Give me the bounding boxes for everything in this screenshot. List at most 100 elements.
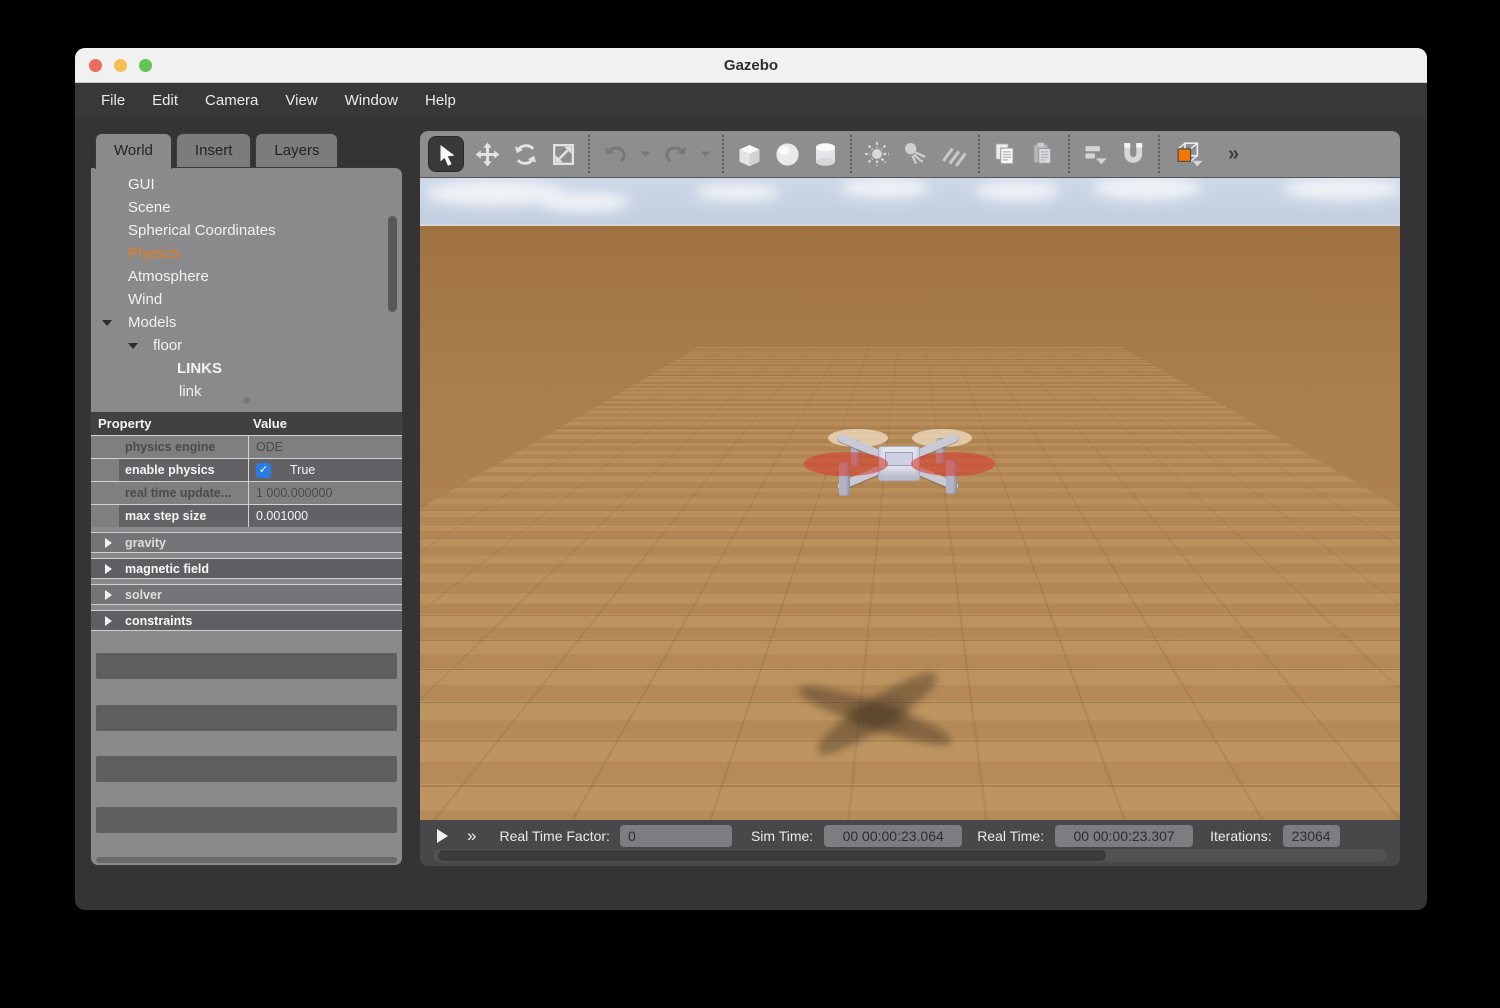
redo-history-button[interactable] — [694, 134, 716, 174]
redo-button[interactable] — [656, 134, 694, 174]
magnet-icon — [1118, 139, 1148, 169]
horizontal-scrollbar[interactable] — [434, 849, 1386, 862]
directional-light-button[interactable] — [934, 134, 972, 174]
rotate-icon — [512, 141, 539, 168]
iterations-label: Iterations: — [1210, 828, 1271, 844]
scorch-x-mark — [793, 673, 958, 758]
collapse-arrow-icon[interactable] — [102, 320, 112, 326]
tree-item-scene[interactable]: Scene — [91, 196, 402, 219]
insert-box-button[interactable] — [730, 134, 768, 174]
table-row[interactable]: enable physics ✓ True — [91, 458, 402, 481]
directional-light-icon — [939, 140, 967, 168]
sim-time-label: Sim Time: — [751, 828, 813, 844]
tree-item-models[interactable]: Models — [91, 311, 402, 334]
empty-row — [96, 756, 397, 782]
table-row[interactable]: physics engine ODE — [91, 435, 402, 458]
expand-icon[interactable] — [105, 538, 112, 548]
splitter-handle[interactable] — [243, 397, 250, 404]
header-property: Property — [91, 416, 248, 431]
menu-camera[interactable]: Camera — [205, 92, 258, 109]
tree-scrollbar[interactable] — [388, 216, 397, 312]
view-angle-button[interactable] — [1166, 134, 1214, 174]
copy-icon — [991, 140, 1019, 168]
status-bar: » Real Time Factor: 0 Sim Time: 00 00:00… — [420, 820, 1400, 866]
undo-history-button[interactable] — [634, 134, 656, 174]
menu-help[interactable]: Help — [425, 92, 456, 109]
empty-row — [96, 807, 397, 833]
tree-item-gui[interactable]: GUI — [91, 173, 402, 196]
tab-layers[interactable]: Layers — [255, 133, 338, 167]
expand-icon[interactable] — [105, 590, 112, 600]
real-time-factor-label: Real Time Factor: — [499, 828, 609, 844]
expand-icon[interactable] — [105, 616, 112, 626]
drone-model[interactable] — [825, 422, 975, 504]
point-light-button[interactable] — [858, 134, 896, 174]
align-button[interactable] — [1076, 134, 1114, 174]
scrollbar-handle[interactable] — [438, 850, 1106, 861]
tree-item-links[interactable]: LINKS — [91, 357, 402, 380]
tab-world[interactable]: World — [95, 133, 172, 169]
tree-item-spherical-coordinates[interactable]: Spherical Coordinates — [91, 219, 402, 242]
select-tool[interactable] — [428, 136, 464, 172]
menu-file[interactable]: File — [101, 92, 125, 109]
menu-edit[interactable]: Edit — [152, 92, 178, 109]
toolbar-overflow-button[interactable]: » — [1228, 143, 1239, 166]
redo-icon — [662, 141, 689, 168]
spot-light-button[interactable] — [896, 134, 934, 174]
tree-item-physics[interactable]: Physics — [91, 242, 402, 265]
copy-button[interactable] — [986, 134, 1024, 174]
property-value: ✓ True — [248, 459, 402, 481]
time-panel-expand-button[interactable]: » — [467, 826, 475, 846]
translate-tool[interactable] — [468, 134, 506, 174]
move-icon — [474, 141, 501, 168]
insert-cylinder-button[interactable] — [806, 134, 844, 174]
undo-icon — [602, 141, 629, 168]
property-table: Property Value physics engine ODE enable… — [91, 412, 402, 631]
menu-view[interactable]: View — [285, 92, 317, 109]
checkbox-enable-physics[interactable]: ✓ — [256, 463, 271, 478]
viewport-toolbar: » — [420, 131, 1400, 178]
group-magnetic-field[interactable]: magnetic field — [91, 558, 402, 579]
paste-button[interactable] — [1024, 134, 1062, 174]
property-name: real time update... — [119, 482, 248, 504]
insert-sphere-button[interactable] — [768, 134, 806, 174]
snap-button[interactable] — [1114, 134, 1152, 174]
scale-tool[interactable] — [544, 134, 582, 174]
group-gravity[interactable]: gravity — [91, 532, 402, 553]
rotate-tool[interactable] — [506, 134, 544, 174]
chevron-down-icon — [700, 150, 711, 158]
3d-viewport[interactable] — [420, 178, 1400, 820]
align-icon — [1081, 140, 1110, 169]
scale-icon — [550, 141, 577, 168]
table-header: Property Value — [91, 412, 402, 435]
sun-icon — [863, 140, 891, 168]
group-solver[interactable]: solver — [91, 584, 402, 605]
empty-row — [96, 653, 397, 679]
collapse-arrow-icon[interactable] — [128, 343, 138, 349]
table-row[interactable]: real time update... 1 000.000000 — [91, 481, 402, 504]
group-constraints[interactable]: constraints — [91, 610, 402, 631]
sphere-icon — [773, 140, 802, 169]
expand-icon[interactable] — [105, 564, 112, 574]
iterations-field: 23064 — [1283, 825, 1340, 847]
checkbox-label: True — [290, 463, 315, 477]
gazebo-window: Gazebo File Edit Camera View Window Help… — [75, 48, 1427, 910]
real-time-field: 00 00:00:23.307 — [1055, 825, 1193, 847]
title-bar: Gazebo — [75, 48, 1427, 83]
undo-button[interactable] — [596, 134, 634, 174]
table-row[interactable]: max step size 0.001000 — [91, 504, 402, 527]
tree-item-atmosphere[interactable]: Atmosphere — [91, 265, 402, 288]
tree-item-wind[interactable]: Wind — [91, 288, 402, 311]
tab-insert[interactable]: Insert — [176, 133, 252, 167]
window-title: Gazebo — [75, 48, 1427, 83]
play-button[interactable] — [437, 829, 448, 843]
toolbar-separator — [850, 135, 852, 173]
property-value: 0.001000 — [248, 505, 402, 527]
tree-item-floor[interactable]: floor — [91, 334, 402, 357]
property-name: max step size — [119, 505, 248, 527]
toolbar-separator — [588, 135, 590, 173]
spot-light-icon — [901, 140, 929, 168]
toolbar-separator — [1158, 135, 1160, 173]
menu-window[interactable]: Window — [345, 92, 398, 109]
view-cube-icon — [1173, 139, 1207, 169]
